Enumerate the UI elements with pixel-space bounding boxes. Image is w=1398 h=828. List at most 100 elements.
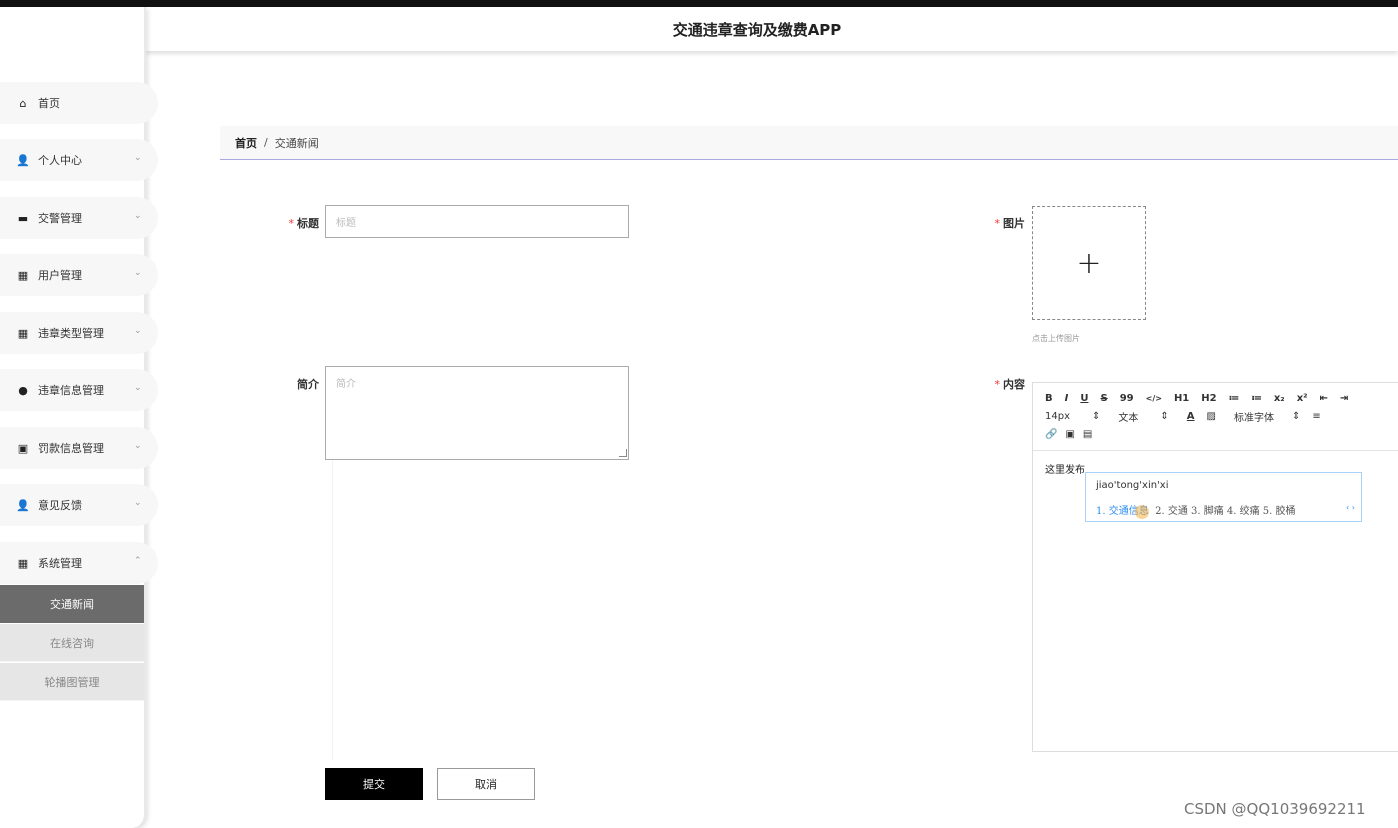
sidebar-subitem-carousel[interactable]: 轮播图管理 xyxy=(0,663,144,701)
image-label: * 图片 xyxy=(965,215,1026,231)
sidebar-item-fine-info[interactable]: ▣ 罚款信息管理 ⌄ xyxy=(0,427,158,469)
breadcrumb-separator: / xyxy=(264,136,268,149)
image-upload-button[interactable]: + xyxy=(1032,206,1146,320)
breadcrumb-home[interactable]: 首页 xyxy=(235,135,257,151)
heading1-icon[interactable]: H1 xyxy=(1174,393,1189,404)
toolbar-row-2: 14px ⇕ 文本 ⇕ A ▨ 标准字体 ⇕ ≡ xyxy=(1045,407,1398,425)
cancel-button[interactable]: 取消 xyxy=(437,768,535,800)
link-icon[interactable]: 🔗 xyxy=(1045,429,1057,440)
font-color-icon[interactable]: A xyxy=(1187,411,1195,422)
chevron-updown-icon: ⇕ xyxy=(1291,410,1301,422)
chevron-up-icon: ⌃ xyxy=(134,556,142,566)
outdent-icon[interactable]: ⇤ xyxy=(1320,393,1328,404)
bullet-list-icon[interactable]: ≔ xyxy=(1251,393,1262,404)
briefcase-icon: ▬ xyxy=(17,211,29,225)
sidebar-item-home[interactable]: ⌂ 首页 xyxy=(0,82,158,124)
summary-label: 简介 xyxy=(259,376,319,392)
sidebar-subitem-online-consult[interactable]: 在线咨询 xyxy=(0,624,144,662)
grid-icon: ▦ xyxy=(17,268,29,282)
required-mark: * xyxy=(994,217,1001,230)
content-label: * 内容 xyxy=(965,376,1026,392)
italic-icon[interactable]: I xyxy=(1065,393,1069,404)
toolbar-row-1: B I U S 99 </> H1 H2 ≔ ≔ x₂ x² ⇤ ⇥ xyxy=(1045,389,1398,407)
grid-icon: ▦ xyxy=(17,556,29,570)
ime-pinyin: jiao'tong'xin'xi xyxy=(1096,480,1169,491)
summary-label-text: 简介 xyxy=(297,378,319,391)
required-mark: * xyxy=(288,217,295,230)
sidebar xyxy=(0,7,146,828)
sidebar-item-label: 违章类型管理 xyxy=(38,327,104,340)
editor-content[interactable]: 这里发布 xyxy=(1045,461,1085,476)
font-family-select[interactable]: 标准字体 xyxy=(1234,409,1274,424)
ordered-list-icon[interactable]: ≔ xyxy=(1229,393,1240,404)
chevron-updown-icon: ⇕ xyxy=(1160,410,1169,422)
ime-candidate-list[interactable]: 2. 交通 3. 脚痛 4. 绞痛 5. 胶桶 xyxy=(1155,506,1295,517)
plus-icon: + xyxy=(1076,245,1102,281)
sidebar-item-user-management[interactable]: ▦ 用户管理 ⌄ xyxy=(0,254,158,296)
sidebar-item-label: 首页 xyxy=(38,97,60,110)
subscript-icon[interactable]: x₂ xyxy=(1274,393,1285,404)
align-icon[interactable]: ≡ xyxy=(1312,411,1320,422)
sidebar-item-label: 用户管理 xyxy=(38,269,82,282)
title-input[interactable]: 标题 xyxy=(325,205,629,238)
sidebar-subitem-traffic-news[interactable]: 交通新闻 xyxy=(0,585,144,623)
app-header: 交通违章查询及缴费APP xyxy=(146,7,1398,51)
editor-toolbar: B I U S 99 </> H1 H2 ≔ ≔ x₂ x² ⇤ ⇥ 14px … xyxy=(1033,383,1398,451)
text-type-select[interactable]: 文本 xyxy=(1118,409,1138,424)
strikethrough-icon[interactable]: S xyxy=(1100,393,1107,404)
upload-hint: 点击上传图片 xyxy=(1032,334,1080,343)
summary-textarea[interactable]: 简介 xyxy=(325,366,629,460)
sidebar-item-violation-type[interactable]: ▦ 违章类型管理 ⌄ xyxy=(0,312,158,354)
required-mark: * xyxy=(994,378,1001,391)
app-title: 交通违章查询及缴费APP xyxy=(672,20,842,39)
chevron-updown-icon: ⇕ xyxy=(1092,410,1101,422)
divider xyxy=(332,460,333,760)
video-icon[interactable]: ▤ xyxy=(1083,429,1092,440)
indent-icon[interactable]: ⇥ xyxy=(1340,393,1348,404)
chevron-down-icon: ⌄ xyxy=(134,326,142,336)
sidebar-item-label: 个人中心 xyxy=(38,154,82,167)
table-icon: ▦ xyxy=(17,326,29,340)
image-icon[interactable]: ▣ xyxy=(1065,429,1074,440)
sidebar-item-label: 交警管理 xyxy=(38,212,82,225)
user-icon: 👤 xyxy=(16,153,30,167)
breadcrumb: 首页 / 交通新闻 xyxy=(220,126,1398,160)
chevron-down-icon: ⌄ xyxy=(134,441,142,451)
font-size-select[interactable]: 14px xyxy=(1045,411,1070,422)
ime-page-arrows-icon[interactable]: ‹ › xyxy=(1346,503,1355,512)
submit-button[interactable]: 提交 xyxy=(325,768,423,800)
top-bar xyxy=(0,0,1398,7)
title-label: * 标题 xyxy=(259,215,320,231)
home-icon: ⌂ xyxy=(19,96,27,110)
rich-text-editor[interactable]: B I U S 99 </> H1 H2 ≔ ≔ x₂ x² ⇤ ⇥ 14px … xyxy=(1032,382,1398,752)
sidebar-item-label: 违章信息管理 xyxy=(38,384,104,397)
mouse-cursor-highlight xyxy=(1135,505,1149,519)
map-pin-icon: ● xyxy=(18,383,28,397)
bold-icon[interactable]: B xyxy=(1045,393,1053,404)
code-icon[interactable]: </> xyxy=(1146,394,1162,403)
ime-candidates: 1. 交通信息 2. 交通 3. 脚痛 4. 绞痛 5. 胶桶 xyxy=(1096,502,1296,517)
underline-icon[interactable]: U xyxy=(1080,393,1088,404)
chevron-down-icon: ⌄ xyxy=(134,211,142,221)
resize-handle-icon[interactable] xyxy=(619,449,627,457)
quote-icon[interactable]: 99 xyxy=(1120,393,1134,404)
sidebar-item-traffic-police[interactable]: ▬ 交警管理 ⌄ xyxy=(0,197,158,239)
chevron-down-icon: ⌄ xyxy=(134,268,142,278)
ime-candidate-popup: jiao'tong'xin'xi 1. 交通信息 2. 交通 3. 脚痛 4. … xyxy=(1085,472,1362,522)
chevron-down-icon: ⌄ xyxy=(134,498,142,508)
sidebar-item-violation-info[interactable]: ● 违章信息管理 ⌄ xyxy=(0,369,158,411)
superscript-icon[interactable]: x² xyxy=(1297,393,1308,404)
heading2-icon[interactable]: H2 xyxy=(1201,393,1216,404)
sidebar-item-feedback[interactable]: 👤 意见反馈 ⌄ xyxy=(0,484,158,526)
chevron-down-icon: ⌄ xyxy=(134,153,142,163)
title-label-text: 标题 xyxy=(297,217,319,230)
chevron-down-icon: ⌄ xyxy=(134,383,142,393)
sidebar-item-system-management[interactable]: ▦ 系统管理 ⌃ xyxy=(0,542,158,584)
toolbar-row-3: 🔗 ▣ ▤ xyxy=(1045,425,1398,443)
background-color-icon[interactable]: ▨ xyxy=(1207,411,1216,422)
content-label-text: 内容 xyxy=(1003,378,1025,391)
sidebar-item-personal-center[interactable]: 👤 个人中心 ⌄ xyxy=(0,139,158,181)
sidebar-item-label: 罚款信息管理 xyxy=(38,442,104,455)
watermark: CSDN @QQ1039692211 xyxy=(1184,800,1366,818)
image-label-text: 图片 xyxy=(1003,217,1025,230)
